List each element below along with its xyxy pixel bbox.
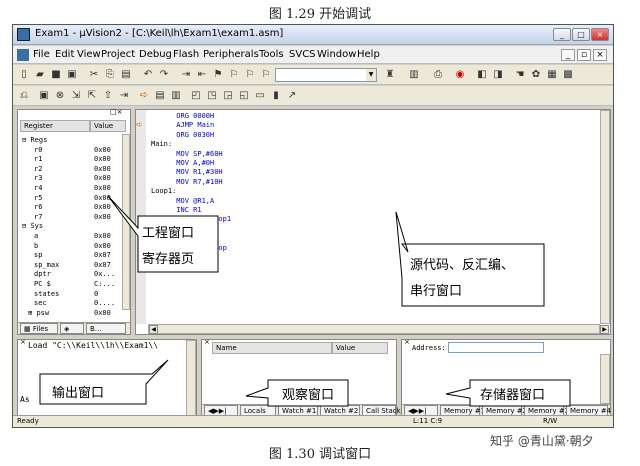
callout-watch: 观察窗口 xyxy=(282,388,335,403)
callout-source-line1: 源代码、反汇编、 xyxy=(410,258,515,273)
callout-source-line2: 串行窗口 xyxy=(410,284,463,299)
callout-project-line2: 寄存器页 xyxy=(142,252,195,267)
callout-output: 输出窗口 xyxy=(52,386,105,401)
watermark: 知乎 @青山黛·朝夕 xyxy=(490,434,594,448)
callout-project-line1: 工程窗口 xyxy=(142,226,195,241)
callout-memory: 存储器窗口 xyxy=(480,388,546,403)
